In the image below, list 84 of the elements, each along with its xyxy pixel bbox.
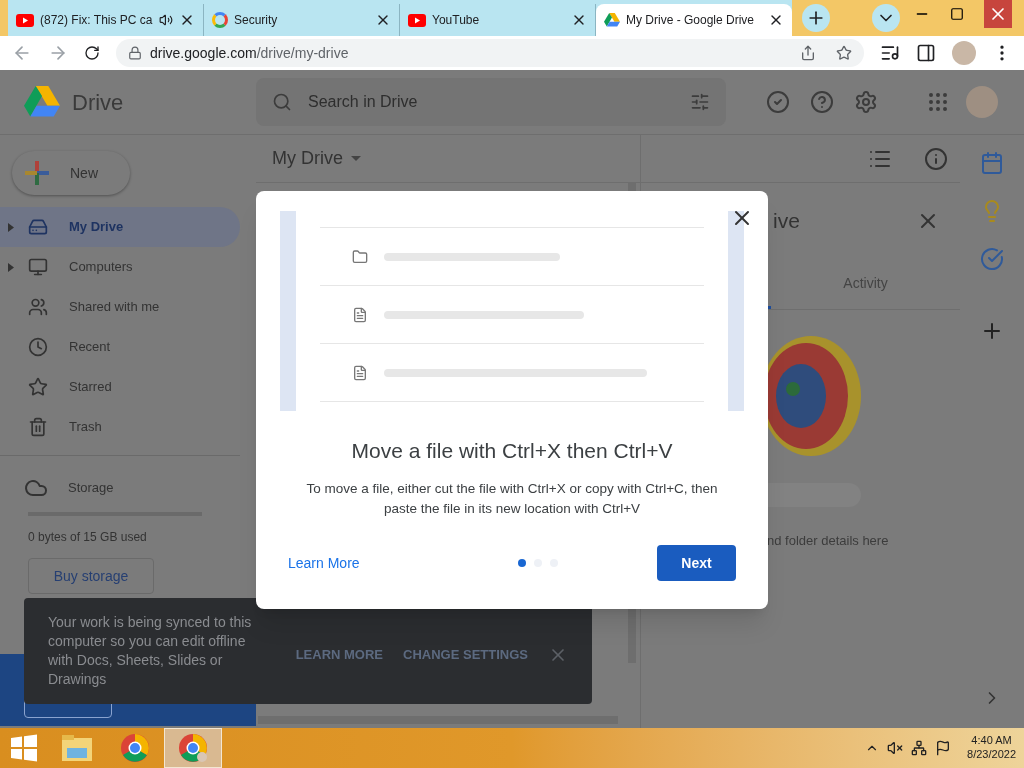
network-icon[interactable] [911, 740, 928, 756]
g-logo-icon [212, 12, 228, 28]
help-icon[interactable] [810, 90, 834, 114]
taskbar-app[interactable] [164, 728, 222, 768]
location-title[interactable]: My Drive [272, 145, 343, 172]
drive-logo-icon [604, 12, 620, 28]
flag-icon[interactable] [935, 740, 952, 756]
settings-icon[interactable] [854, 90, 878, 114]
star-icon [28, 377, 48, 397]
people-icon [28, 297, 48, 317]
app-name: Drive [72, 88, 124, 117]
video-logo-icon [16, 13, 34, 27]
new-button[interactable]: New [12, 151, 130, 195]
bookmark-star-icon[interactable] [836, 45, 852, 61]
sidebar-item[interactable]: Computers [0, 247, 240, 287]
document-icon [352, 306, 368, 323]
video-logo-icon [408, 13, 426, 27]
trash-icon [28, 417, 48, 437]
close-window-icon[interactable] [984, 0, 1012, 28]
computer-icon [28, 257, 48, 277]
sidebar-label: My Drive [69, 218, 124, 237]
tab-title: Security [234, 12, 279, 29]
side-panel-icon[interactable] [916, 43, 936, 63]
tab-search-icon[interactable] [872, 4, 900, 32]
tasks-icon[interactable] [980, 247, 1004, 271]
expand-arrow-icon[interactable] [8, 262, 14, 272]
muted-speaker-icon[interactable] [887, 740, 904, 756]
sidebar-label: Shared with me [69, 298, 160, 317]
details-tab[interactable]: Activity [771, 258, 960, 309]
sidebar-item[interactable]: Starred [0, 367, 240, 407]
share-icon[interactable] [800, 45, 816, 61]
windows-start-icon[interactable] [10, 734, 38, 762]
details-hint: nd folder details here [766, 532, 890, 550]
browser-tab[interactable]: My Drive - Google Drive [596, 4, 792, 36]
expand-arrow-icon[interactable] [8, 222, 14, 232]
dialog-body: To move a file, either cut the file with Ctrl+X or copy with Ctrl+C, then paste the file in its new location with Ctrl+V [305, 479, 719, 518]
calendar-icon[interactable] [980, 151, 1004, 175]
folder-icon [352, 248, 368, 265]
learn-more-link[interactable]: Learn More [288, 552, 360, 574]
url-text: drive.google.com/drive/my-drive [150, 43, 350, 63]
drive-icon [28, 217, 48, 237]
sidebar-item[interactable]: My Drive [0, 207, 240, 247]
next-button[interactable]: Next [657, 545, 736, 581]
folder-icon [61, 734, 93, 762]
dialog-title: Move a file with Ctrl+X then Ctrl+V [350, 438, 674, 464]
sidebar-label: Recent [69, 338, 111, 357]
clock-icon [28, 337, 48, 357]
maximize-icon[interactable] [950, 7, 964, 21]
chrome-logo-icon [178, 733, 208, 763]
dropdown-caret-icon[interactable] [351, 156, 361, 161]
snackbar-action[interactable]: CHANGE SETTINGS [403, 645, 528, 665]
sidebar-item[interactable]: Shared with me [0, 287, 240, 327]
storage-usage: 0 bytes of 15 GB used [28, 529, 148, 546]
tab-title: My Drive - Google Drive [626, 12, 756, 29]
search-input[interactable]: Search in Drive [308, 90, 674, 114]
media-icon[interactable] [880, 43, 900, 63]
details-title: ive [773, 207, 800, 234]
storage-label: Storage [68, 479, 114, 498]
sidebar-item[interactable]: Trash [0, 407, 240, 447]
sidebar-label: Computers [69, 258, 133, 277]
sidebar-label: Starred [69, 378, 112, 397]
profile-avatar[interactable] [952, 41, 976, 65]
address-field[interactable]: drive.google.com/drive/my-drive [116, 39, 864, 67]
lock-icon [128, 46, 142, 60]
tab-title: (872) Fix: This PC ca [40, 12, 153, 29]
clock[interactable]: 4:40 AM 8/23/2022 [967, 734, 1016, 762]
reload-icon[interactable] [84, 45, 100, 61]
search-bar[interactable]: Search in Drive [256, 78, 726, 126]
filter-icon[interactable] [690, 92, 710, 112]
chrome-logo-icon [120, 733, 150, 763]
plus-icon [24, 160, 50, 186]
info-icon[interactable] [924, 146, 948, 171]
snackbar-message: Your work is being synced to this computer so you can edit offline with Docs, Sheets, Slides or Drawings [48, 613, 253, 689]
offline-check-icon[interactable] [766, 90, 790, 114]
apps-grid-icon[interactable] [926, 90, 950, 114]
new-tab-icon[interactable] [802, 4, 830, 32]
search-icon [272, 92, 292, 112]
document-icon [352, 364, 368, 381]
tab-title: YouTube [432, 12, 481, 29]
buy-storage-button[interactable]: Buy storage [28, 558, 154, 594]
sidebar-label: Trash [69, 418, 102, 437]
drive-logo-icon [24, 85, 60, 119]
snackbar-action[interactable]: LEARN MORE [295, 645, 384, 665]
sidebar-item[interactable]: Recent [0, 327, 240, 367]
